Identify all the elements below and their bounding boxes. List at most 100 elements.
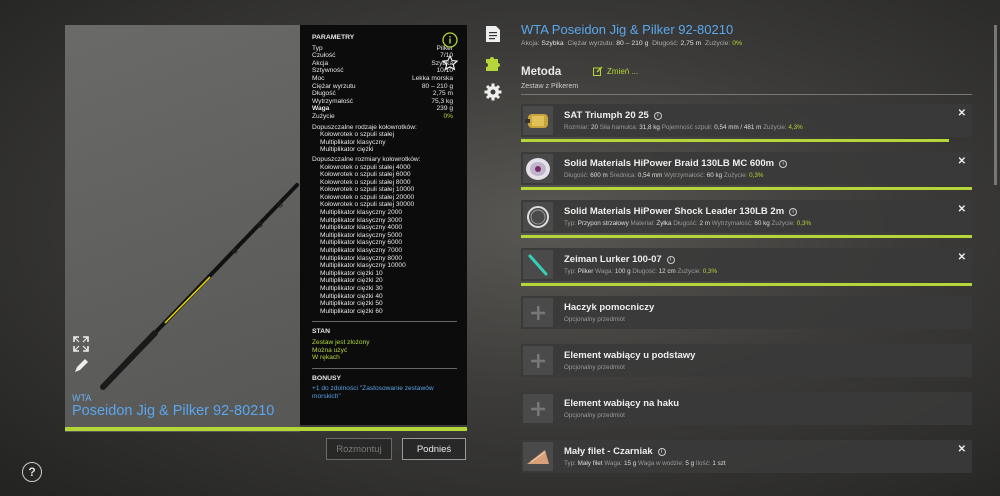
slot-details: Typ: Pilker Waga: 100 g Długość: 12 cm Z… <box>564 268 717 275</box>
reel-item: Kołowrotek o szpuli stałej 10000 <box>320 186 415 194</box>
slot-details: Rozmiar: 20 Siła hamulca: 31,8 kg Pojemn… <box>564 124 803 131</box>
param-value: 239 g <box>436 105 453 113</box>
tackle-slot[interactable]: Element wabiący u podstawy Opcjonalny prz… <box>521 344 972 377</box>
attr-label: Zużycie: <box>763 124 789 131</box>
fish-fillet-icon <box>523 442 553 471</box>
slot-details: Opcjonalny przedmiot <box>564 364 625 371</box>
info-icon[interactable]: i <box>657 447 666 456</box>
method-value: Zestaw z Pilkerem <box>521 83 579 90</box>
reel-item: Multiplikator ciężki 30 <box>320 285 383 292</box>
param-row: Czułość 7/10 <box>312 52 457 60</box>
param-row: Wytrzymałość 75,3 kg <box>312 98 457 106</box>
info-icon[interactable]: i <box>666 255 675 264</box>
pickup-button[interactable]: Podnieś <box>402 438 466 460</box>
tackle-slot[interactable]: SAT Triumph 20 25 i Rozmiar: 20 Siła hamul… <box>521 104 972 137</box>
tackle-title: WTA Poseidon Jig & Pilker 92-80210 <box>521 22 734 37</box>
slot-title: SAT Triumph 20 25 <box>564 110 649 121</box>
slot-name: Solid Materials HiPower Braid 130LB MC 6… <box>564 158 788 169</box>
attr-label: Ilość: <box>695 460 713 467</box>
info-icon[interactable]: i <box>779 159 788 168</box>
attr-value: 2 m <box>699 220 710 227</box>
param-row: Sztywność 10/10 <box>312 67 457 75</box>
param-label: Moc <box>312 74 325 82</box>
expand-icon[interactable] <box>72 335 90 353</box>
favorite-star-icon[interactable] <box>441 54 459 72</box>
reel-icon <box>523 106 553 135</box>
disassemble-button[interactable]: Rozmontuj <box>326 438 392 460</box>
rod-illustration <box>100 183 299 390</box>
bonus-header: BONUSY <box>312 374 342 382</box>
info-icon[interactable] <box>441 31 459 49</box>
edit-icon <box>593 66 603 76</box>
help-button[interactable]: ? <box>22 462 42 482</box>
reel-item: Multiplikator klasyczny 3000 <box>320 216 403 224</box>
param-row: Moc Lekka morska <box>312 75 457 83</box>
reel-item: Multiplikator ciężki 60 <box>320 307 383 315</box>
reel-sizes-header: Dopuszczalne rozmiary kołowrotków: <box>312 155 421 163</box>
params-header: PARAMETRY <box>312 34 355 41</box>
settings-gear-icon[interactable] <box>484 83 502 101</box>
attr-value: 60 kg <box>754 220 770 227</box>
leader-line-icon <box>523 202 553 231</box>
rod-image <box>65 25 300 432</box>
param-value: 80 – 210 g <box>421 82 453 90</box>
param-label: Akcja <box>312 59 329 67</box>
reel-item: Kołowrotek o szpuli stałej 30000 <box>320 201 415 209</box>
reel-item: Multiplikator klasyczny 6000 <box>320 239 403 247</box>
scrollbar[interactable] <box>994 25 997 185</box>
reel-item: Multiplikator klasyczny 2000 <box>320 209 403 217</box>
document-icon[interactable] <box>484 25 502 43</box>
attr-label: Zużycie: <box>723 172 750 179</box>
edit-pencil-icon[interactable] <box>72 357 90 375</box>
param-label: Waga <box>312 105 330 113</box>
remove-icon[interactable]: ✕ <box>958 204 966 215</box>
tackle-slot[interactable]: Element wabiący na haku Opcjonalny przedm… <box>521 392 972 425</box>
slot-title: Zeiman Lurker 100-07 <box>564 254 662 265</box>
state-list: Zestaw jest złożony Można użyć W rękach <box>312 339 457 362</box>
change-method-button[interactable]: Zmień ... <box>593 66 638 76</box>
slot-condition-bar <box>521 283 972 286</box>
reel-item: Multiplikator ciężki <box>320 146 374 154</box>
attr-value: 1 szt <box>712 460 726 467</box>
param-value: Lekka morska <box>411 74 453 82</box>
method-label: Metoda <box>521 66 562 78</box>
info-icon[interactable]: i <box>789 207 798 216</box>
param-row: Waga 239 g <box>312 105 457 113</box>
remove-icon[interactable]: ✕ <box>958 444 966 455</box>
remove-icon[interactable]: ✕ <box>958 108 966 119</box>
attr-label: Wytrzymałość: <box>664 172 707 179</box>
attr-value: 100 g <box>614 268 631 275</box>
remove-icon[interactable]: ✕ <box>958 252 966 263</box>
info-icon[interactable]: i <box>653 111 662 120</box>
param-value: 2,75 m <box>432 90 453 98</box>
reel-item: Kołowrotek o szpuli stałej 20000 <box>320 193 415 201</box>
reel-types-header: Dopuszczalne rodzaje kołowrotków: <box>312 123 417 131</box>
attr-label: Zużycie: <box>771 220 797 227</box>
tackle-slot[interactable]: Solid Materials HiPower Braid 130LB MC 6… <box>521 152 972 185</box>
attr-label: Typ: <box>564 460 578 467</box>
tackle-slot[interactable]: Zeiman Lurker 100-07 i Typ: Pilker Waga: 1… <box>521 248 972 281</box>
reel-item: Multiplikator ciężki 20 <box>320 277 383 285</box>
slot-name: Mały filet - Czarniak i <box>564 446 666 457</box>
tackle-slot[interactable]: Haczyk pomocniczy Opcjonalny przedmiot <box>521 296 972 329</box>
attr-label: Waga: <box>604 460 624 467</box>
tackle-summary: Akcja: Szybka Ciężar wyrzutu: 80 – 210 g… <box>521 40 743 47</box>
param-label: Długość <box>312 90 336 98</box>
param-label: Ciężar wyrzutu <box>312 82 356 90</box>
divider <box>521 94 972 95</box>
reel-types-list: Kołowrotek o szpuli stałej Multiplikator … <box>312 131 457 154</box>
tackle-slot[interactable]: Mały filet - Czarniak i Typ: Mały filet Wa… <box>521 440 972 473</box>
remove-icon[interactable]: ✕ <box>958 156 966 167</box>
attr-label: Siła hamulca: <box>599 124 640 131</box>
attr-value: 12 cm <box>658 268 676 275</box>
slot-name: Haczyk pomocniczy <box>564 302 654 313</box>
attr-label: Pojemność szpuli: <box>661 124 715 131</box>
slot-title: Solid Materials HiPower Braid 130LB MC 6… <box>564 158 775 169</box>
param-value: 0% <box>443 112 453 120</box>
braid-line-icon <box>523 154 553 183</box>
slot-details: Długość: 600 m Średnica: 0,54 mm Wytrzym… <box>564 172 763 179</box>
tackle-slot[interactable]: Solid Materials HiPower Shock Leader 130… <box>521 200 972 233</box>
param-value: 75,3 kg <box>431 97 453 105</box>
param-row: Typ Pilker <box>312 45 457 53</box>
puzzle-icon[interactable] <box>484 54 502 72</box>
